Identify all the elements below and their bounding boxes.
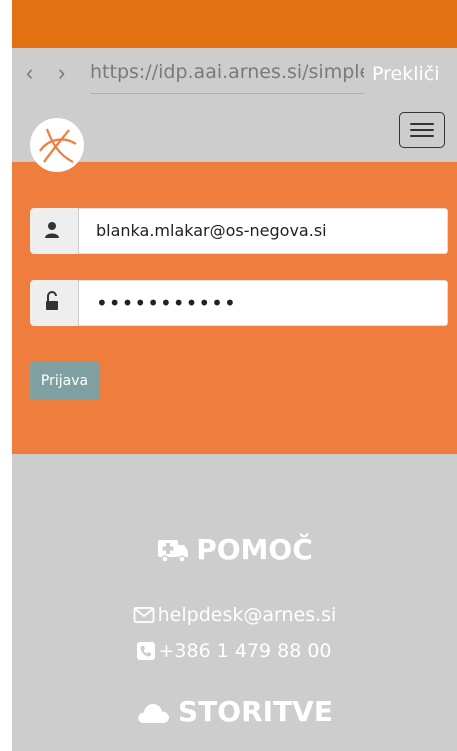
menu-bar: [410, 123, 434, 125]
username-input[interactable]: blanka.mlakar@os-negova.si: [79, 208, 448, 254]
cloud-icon: [138, 703, 170, 723]
hamburger-menu-icon[interactable]: [399, 112, 445, 148]
email-contact: helpdesk@arnes.si: [12, 601, 457, 629]
password-input[interactable]: •••••••••••: [79, 280, 448, 326]
services-title: STORITVE: [178, 695, 333, 728]
phone-frame: ‹ › https://idp.aai.arnes.si/simplesaml …: [0, 0, 457, 751]
menu-bar: [410, 135, 434, 137]
chevron-right-icon[interactable]: ›: [58, 62, 65, 84]
username-group: blanka.mlakar@os-negova.si: [30, 208, 448, 254]
url-underline: [90, 93, 364, 94]
unlock-icon: [30, 280, 79, 326]
chevron-left-icon[interactable]: ‹: [26, 62, 33, 84]
menu-bar: [410, 129, 434, 131]
login-button[interactable]: Prijava: [30, 362, 99, 400]
cancel-button[interactable]: Prekliči: [372, 60, 440, 88]
envelope-icon: [133, 607, 155, 623]
phone-icon: [137, 642, 156, 660]
url-bar[interactable]: https://idp.aai.arnes.si/simplesaml: [90, 58, 364, 88]
phone-contact: +386 1 479 88 00: [12, 637, 457, 665]
help-title: POMOČ: [196, 533, 313, 566]
screen-edge: [0, 0, 12, 751]
services-heading: STORITVE: [12, 692, 457, 732]
password-group: •••••••••••: [30, 280, 448, 326]
browser-screen: ‹ › https://idp.aai.arnes.si/simplesaml …: [12, 0, 457, 751]
status-bar: [12, 0, 457, 48]
user-icon: [30, 208, 79, 254]
phone-number[interactable]: +386 1 479 88 00: [158, 640, 331, 662]
arnes-logo-icon[interactable]: [30, 118, 84, 172]
email-link[interactable]: helpdesk@arnes.si: [158, 604, 337, 626]
help-heading: POMOČ: [12, 530, 457, 570]
ambulance-icon: [158, 540, 189, 563]
